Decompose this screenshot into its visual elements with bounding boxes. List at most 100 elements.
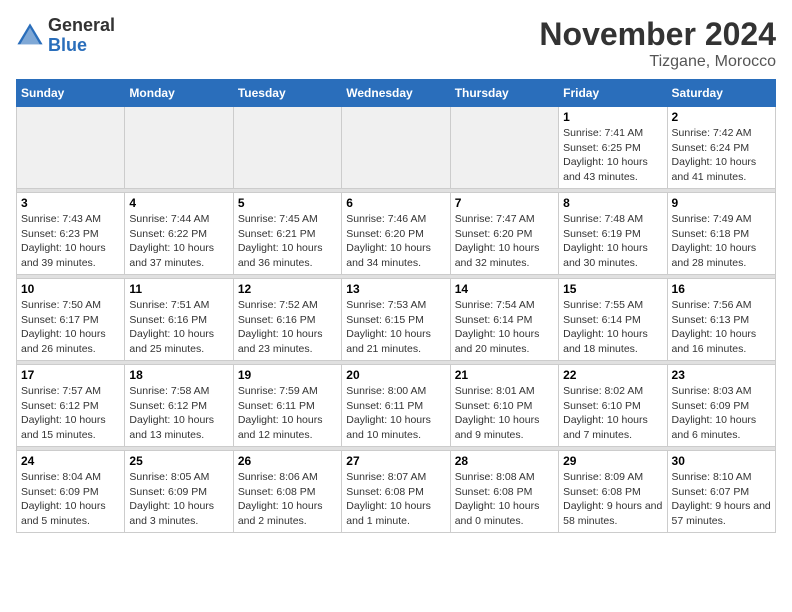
header-saturday: Saturday xyxy=(667,80,775,107)
calendar-cell-1-5 xyxy=(450,107,558,189)
calendar-cell-2-4: 6 Sunrise: 7:46 AMSunset: 6:20 PMDaylight… xyxy=(342,193,450,275)
sunrise-text: Sunrise: 8:06 AM xyxy=(238,470,337,485)
day-info: Sunrise: 8:03 AMSunset: 6:09 PMDaylight:… xyxy=(672,384,771,443)
calendar-cell-1-2 xyxy=(125,107,233,189)
daylight-text: Daylight: 10 hours and 26 minutes. xyxy=(21,327,120,356)
calendar-cell-4-2: 18Sunrise: 7:58 AMSunset: 6:12 PMDayligh… xyxy=(125,365,233,447)
calendar-cell-5-2: 25Sunrise: 8:05 AMSunset: 6:09 PMDayligh… xyxy=(125,451,233,533)
week-row-3: 10Sunrise: 7:50 AMSunset: 6:17 PMDayligh… xyxy=(17,279,776,361)
sunset-text: Sunset: 6:13 PM xyxy=(672,313,771,328)
day-info: Sunrise: 7:56 AMSunset: 6:13 PMDaylight:… xyxy=(672,298,771,357)
sunset-text: Sunset: 6:20 PM xyxy=(346,227,445,242)
day-number: 12 xyxy=(238,282,337,296)
sunset-text: Sunset: 6:14 PM xyxy=(455,313,554,328)
sunset-text: Sunset: 6:12 PM xyxy=(21,399,120,414)
logo-general: General xyxy=(48,16,115,36)
sunrise-text: Sunrise: 7:45 AM xyxy=(238,212,337,227)
calendar-cell-5-4: 27 Sunrise: 8:07 AMSunset: 6:08 PMDayligh… xyxy=(342,451,450,533)
calendar-cell-5-7: 30Sunrise: 8:10 AMSunset: 6:07 PMDayligh… xyxy=(667,451,775,533)
daylight-text: Daylight: 10 hours and 28 minutes. xyxy=(672,241,771,270)
day-number: 15 xyxy=(563,282,662,296)
day-number: 9 xyxy=(672,196,771,210)
sunrise-text: Sunrise: 8:09 AM xyxy=(563,470,662,485)
day-number: 6 xyxy=(346,196,445,210)
week-row-4: 17Sunrise: 7:57 AMSunset: 6:12 PMDayligh… xyxy=(17,365,776,447)
sunset-text: Sunset: 6:23 PM xyxy=(21,227,120,242)
daylight-text: Daylight: 10 hours and 6 minutes. xyxy=(672,413,771,442)
header-sunday: Sunday xyxy=(17,80,125,107)
calendar-cell-3-5: 14Sunrise: 7:54 AMSunset: 6:14 PMDayligh… xyxy=(450,279,558,361)
sunrise-text: Sunrise: 7:58 AM xyxy=(129,384,228,399)
day-number: 20 xyxy=(346,368,445,382)
day-number: 30 xyxy=(672,454,771,468)
daylight-text: Daylight: 10 hours and 9 minutes. xyxy=(455,413,554,442)
logo-text: General Blue xyxy=(48,16,115,56)
day-number: 19 xyxy=(238,368,337,382)
sunset-text: Sunset: 6:14 PM xyxy=(563,313,662,328)
day-info: Sunrise: 7:55 AMSunset: 6:14 PMDaylight:… xyxy=(563,298,662,357)
daylight-text: Daylight: 9 hours and 58 minutes. xyxy=(563,499,662,528)
sunrise-text: Sunrise: 7:57 AM xyxy=(21,384,120,399)
day-info: Sunrise: 7:47 AMSunset: 6:20 PMDaylight:… xyxy=(455,212,554,271)
calendar-cell-4-6: 22Sunrise: 8:02 AMSunset: 6:10 PMDayligh… xyxy=(559,365,667,447)
calendar-cell-1-1 xyxy=(17,107,125,189)
day-info: Sunrise: 8:07 AMSunset: 6:08 PMDaylight:… xyxy=(346,470,445,529)
day-number: 23 xyxy=(672,368,771,382)
sunrise-text: Sunrise: 8:02 AM xyxy=(563,384,662,399)
sunrise-text: Sunrise: 8:04 AM xyxy=(21,470,120,485)
day-number: 14 xyxy=(455,282,554,296)
calendar-cell-3-3: 12 Sunrise: 7:52 AMSunset: 6:16 PMDayligh… xyxy=(233,279,341,361)
daylight-text: Daylight: 10 hours and 18 minutes. xyxy=(563,327,662,356)
sunset-text: Sunset: 6:25 PM xyxy=(563,141,662,156)
calendar-cell-4-5: 21Sunrise: 8:01 AMSunset: 6:10 PMDayligh… xyxy=(450,365,558,447)
calendar-cell-4-1: 17Sunrise: 7:57 AMSunset: 6:12 PMDayligh… xyxy=(17,365,125,447)
sunrise-text: Sunrise: 7:59 AM xyxy=(238,384,337,399)
sunrise-text: Sunrise: 7:51 AM xyxy=(129,298,228,313)
day-info: Sunrise: 7:49 AMSunset: 6:18 PMDaylight:… xyxy=(672,212,771,271)
day-number: 27 xyxy=(346,454,445,468)
sunset-text: Sunset: 6:10 PM xyxy=(455,399,554,414)
sunset-text: Sunset: 6:16 PM xyxy=(129,313,228,328)
sunset-text: Sunset: 6:17 PM xyxy=(21,313,120,328)
daylight-text: Daylight: 10 hours and 25 minutes. xyxy=(129,327,228,356)
daylight-text: Daylight: 10 hours and 34 minutes. xyxy=(346,241,445,270)
day-number: 4 xyxy=(129,196,228,210)
daylight-text: Daylight: 10 hours and 2 minutes. xyxy=(238,499,337,528)
week-row-1: 1Sunrise: 7:41 AMSunset: 6:25 PMDaylight… xyxy=(17,107,776,189)
day-info: Sunrise: 7:43 AMSunset: 6:23 PMDaylight:… xyxy=(21,212,120,271)
daylight-text: Daylight: 9 hours and 57 minutes. xyxy=(672,499,771,528)
calendar-cell-1-3 xyxy=(233,107,341,189)
month-title: November 2024 xyxy=(539,16,776,53)
day-info: Sunrise: 7:46 AMSunset: 6:20 PMDaylight:… xyxy=(346,212,445,271)
daylight-text: Daylight: 10 hours and 15 minutes. xyxy=(21,413,120,442)
day-info: Sunrise: 7:45 AMSunset: 6:21 PMDaylight:… xyxy=(238,212,337,271)
day-info: Sunrise: 7:57 AMSunset: 6:12 PMDaylight:… xyxy=(21,384,120,443)
daylight-text: Daylight: 10 hours and 7 minutes. xyxy=(563,413,662,442)
weekday-header-row: Sunday Monday Tuesday Wednesday Thursday… xyxy=(17,80,776,107)
sunset-text: Sunset: 6:08 PM xyxy=(346,485,445,500)
daylight-text: Daylight: 10 hours and 32 minutes. xyxy=(455,241,554,270)
daylight-text: Daylight: 10 hours and 41 minutes. xyxy=(672,155,771,184)
sunset-text: Sunset: 6:08 PM xyxy=(455,485,554,500)
daylight-text: Daylight: 10 hours and 1 minute. xyxy=(346,499,445,528)
day-number: 26 xyxy=(238,454,337,468)
calendar: Sunday Monday Tuesday Wednesday Thursday… xyxy=(16,79,776,533)
sunrise-text: Sunrise: 7:53 AM xyxy=(346,298,445,313)
day-number: 3 xyxy=(21,196,120,210)
daylight-text: Daylight: 10 hours and 12 minutes. xyxy=(238,413,337,442)
calendar-cell-1-7: 2Sunrise: 7:42 AMSunset: 6:24 PMDaylight… xyxy=(667,107,775,189)
day-info: Sunrise: 8:09 AMSunset: 6:08 PMDaylight:… xyxy=(563,470,662,529)
daylight-text: Daylight: 10 hours and 30 minutes. xyxy=(563,241,662,270)
daylight-text: Daylight: 10 hours and 39 minutes. xyxy=(21,241,120,270)
header-monday: Monday xyxy=(125,80,233,107)
calendar-cell-2-1: 3 Sunrise: 7:43 AMSunset: 6:23 PMDaylight… xyxy=(17,193,125,275)
sunset-text: Sunset: 6:10 PM xyxy=(563,399,662,414)
day-info: Sunrise: 7:52 AMSunset: 6:16 PMDaylight:… xyxy=(238,298,337,357)
day-info: Sunrise: 7:48 AMSunset: 6:19 PMDaylight:… xyxy=(563,212,662,271)
day-info: Sunrise: 7:44 AMSunset: 6:22 PMDaylight:… xyxy=(129,212,228,271)
day-info: Sunrise: 8:01 AMSunset: 6:10 PMDaylight:… xyxy=(455,384,554,443)
sunrise-text: Sunrise: 7:42 AM xyxy=(672,126,771,141)
logo[interactable]: General Blue xyxy=(16,16,115,56)
calendar-cell-2-3: 5Sunrise: 7:45 AMSunset: 6:21 PMDaylight… xyxy=(233,193,341,275)
calendar-cell-2-6: 8Sunrise: 7:48 AMSunset: 6:19 PMDaylight… xyxy=(559,193,667,275)
